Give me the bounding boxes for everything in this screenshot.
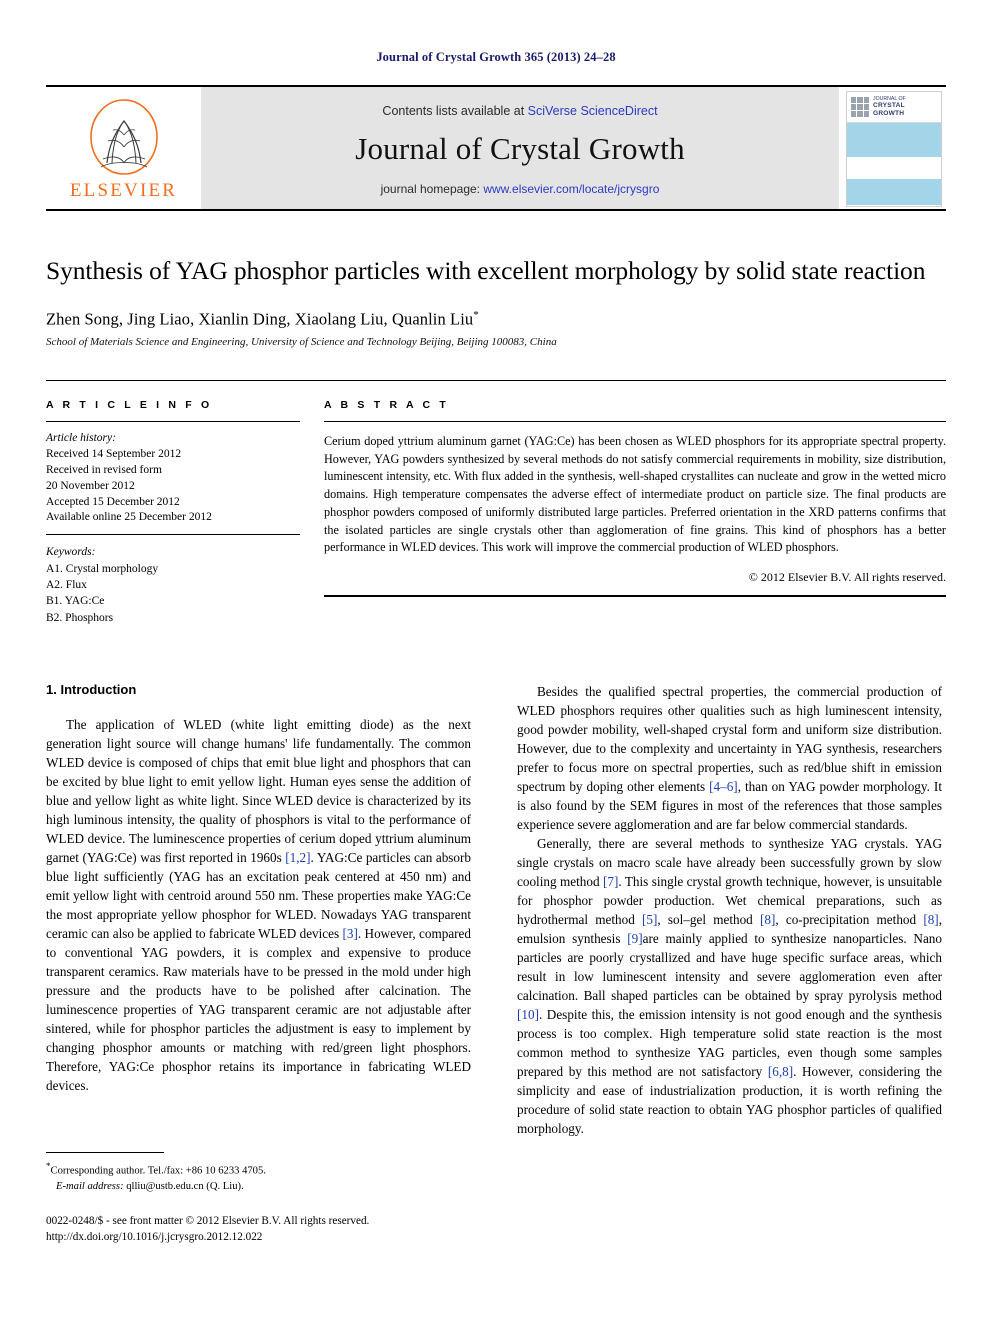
keyword-item: A2. Flux [46, 578, 87, 591]
publisher-logo: ELSEVIER [46, 87, 201, 209]
abstract-text: Cerium doped yttrium aluminum garnet (YA… [324, 434, 946, 555]
elsevier-tree-icon [87, 97, 161, 179]
text-run: . However, compared to conventional YAG … [46, 925, 472, 1093]
journal-homepage-link[interactable]: www.elsevier.com/locate/jcrysgro [483, 182, 659, 196]
author-list: Zhen Song, Jing Liao, Xianlin Ding, Xiao… [46, 309, 946, 330]
cover-title-line2: GROWTH [873, 110, 905, 118]
contents-prefix: Contents lists available at [382, 104, 528, 118]
journal-title: Journal of Crystal Growth [355, 131, 685, 166]
affiliation: School of Materials Science and Engineer… [46, 336, 557, 349]
abstract-rule [324, 421, 946, 423]
right-column: Besides the qualified spectral propertie… [517, 682, 942, 1242]
email-label: E-mail address: [56, 1180, 124, 1192]
email-value[interactable]: qlliu@ustb.edu.cn (Q. Liu). [124, 1181, 243, 1192]
contents-available-line: Contents lists available at SciVerse Sci… [382, 104, 657, 118]
keywords-block: Keywords: A1. Crystal morphology A2. Flu… [46, 544, 300, 626]
abstract-copyright: © 2012 Elsevier B.V. All rights reserved… [748, 569, 946, 584]
cover-title-line1: CRYSTAL [873, 102, 905, 110]
keywords-label: Keywords: [46, 546, 96, 559]
sciencedirect-link[interactable]: SciVerse ScienceDirect [528, 104, 658, 118]
article-info-column: A R T I C L E I N F O Article history: R… [46, 399, 300, 626]
history-item: 20 November 2012 [46, 479, 135, 492]
doi-line[interactable]: http://dx.doi.org/10.1016/j.jcrysgro.201… [46, 1229, 516, 1245]
citation-link[interactable]: [10] [517, 1007, 539, 1022]
keyword-item: B2. Phosphors [46, 611, 114, 624]
text-run: , sol–gel method [657, 911, 760, 927]
history-item: Received 14 September 2012 [46, 447, 182, 460]
journal-cover-thumbnail: JOURNAL OF CRYSTAL GROWTH [846, 91, 942, 207]
citation-link[interactable]: [9] [627, 931, 642, 946]
text-run: The application of WLED (white light emi… [46, 716, 471, 865]
cover-grid-icon [851, 97, 869, 117]
cover-band-upper [847, 123, 941, 157]
paper-page: Journal of Crystal Growth 365 (2013) 24–… [0, 0, 992, 1323]
keyword-item: B1. YAG:Ce [46, 595, 105, 608]
journal-cover-area: JOURNAL OF CRYSTAL GROWTH [839, 87, 946, 209]
footnote-line-2: E-mail address: qlliu@ustb.edu.cn (Q. Li… [46, 1179, 471, 1194]
cover-band-white [847, 157, 941, 179]
abstract-heading: A B S T R A C T [324, 399, 449, 412]
abstract-bottom-rule [324, 594, 946, 597]
history-item: Accepted 15 December 2012 [46, 495, 180, 508]
masthead-center: Contents lists available at SciVerse Sci… [201, 87, 839, 209]
article-history: Article history: Received 14 September 2… [46, 431, 300, 526]
cover-header: JOURNAL OF CRYSTAL GROWTH [847, 92, 941, 123]
title-block: Synthesis of YAG phosphor particles with… [46, 255, 946, 348]
article-history-label: Article history: [46, 432, 116, 445]
cover-title-text: JOURNAL OF CRYSTAL GROWTH [873, 96, 906, 119]
citation-link[interactable]: [8] [923, 912, 938, 927]
paragraph-right-2: Generally, there are several methods to … [517, 834, 942, 1138]
journal-masthead: ELSEVIER Contents lists available at Sci… [46, 85, 946, 211]
citation-link[interactable]: [6,8] [768, 1064, 793, 1079]
footnote-block: *Corresponding author. Tel./fax: +86 10 … [46, 1152, 471, 1194]
citation-link[interactable]: [1,2] [285, 850, 310, 865]
history-item: Available online 25 December 2012 [46, 511, 212, 524]
citation-link[interactable]: [3] [343, 926, 358, 941]
text-run: , co-precipitation method [775, 911, 924, 927]
info-abstract-section: A R T I C L E I N F O Article history: R… [46, 380, 946, 626]
running-head: Journal of Crystal Growth 365 (2013) 24–… [376, 50, 616, 64]
article-info-rule [46, 421, 300, 423]
keyword-item: A1. Crystal morphology [46, 562, 159, 575]
text-run: Besides the qualified spectral propertie… [517, 683, 942, 794]
citation-link[interactable]: [5] [642, 912, 657, 927]
cover-band-lower [847, 179, 941, 205]
elsevier-wordmark: ELSEVIER [69, 179, 178, 201]
citation-link[interactable]: [7] [603, 874, 618, 889]
journal-homepage-line: journal homepage: www.elsevier.com/locat… [381, 182, 660, 196]
page-title: Synthesis of YAG phosphor particles with… [46, 256, 926, 285]
article-info-heading: A R T I C L E I N F O [46, 399, 213, 412]
footnote-text: Corresponding author. Tel./fax: +86 10 6… [50, 1165, 266, 1177]
citation-link[interactable]: [8] [760, 912, 775, 927]
footnote-line-1: *Corresponding author. Tel./fax: +86 10 … [46, 1160, 471, 1179]
issn-copyright-line: 0022-0248/$ - see front matter © 2012 El… [46, 1215, 370, 1227]
corresponding-author-note: *Corresponding author. Tel./fax: +86 10 … [46, 1160, 471, 1194]
keywords-rule [46, 534, 300, 536]
section-heading-introduction: 1. Introduction [46, 681, 137, 697]
citation-link[interactable]: [4–6] [709, 779, 738, 794]
history-item: Received in revised form [46, 463, 162, 476]
author-names: Zhen Song, Jing Liao, Xianlin Ding, Xiao… [46, 309, 474, 329]
homepage-prefix: journal homepage: [380, 182, 484, 196]
cover-kicker: JOURNAL OF [873, 95, 906, 102]
corresponding-author-marker: * [473, 308, 479, 321]
footer-block: 0022-0248/$ - see front matter © 2012 El… [46, 1213, 516, 1245]
paragraph-intro-left: The application of WLED (white light emi… [46, 715, 471, 1095]
abstract-column: A B S T R A C T Cerium doped yttrium alu… [324, 399, 946, 626]
paragraph-right-1: Besides the qualified spectral propertie… [517, 682, 942, 834]
footnote-rule [46, 1152, 164, 1153]
